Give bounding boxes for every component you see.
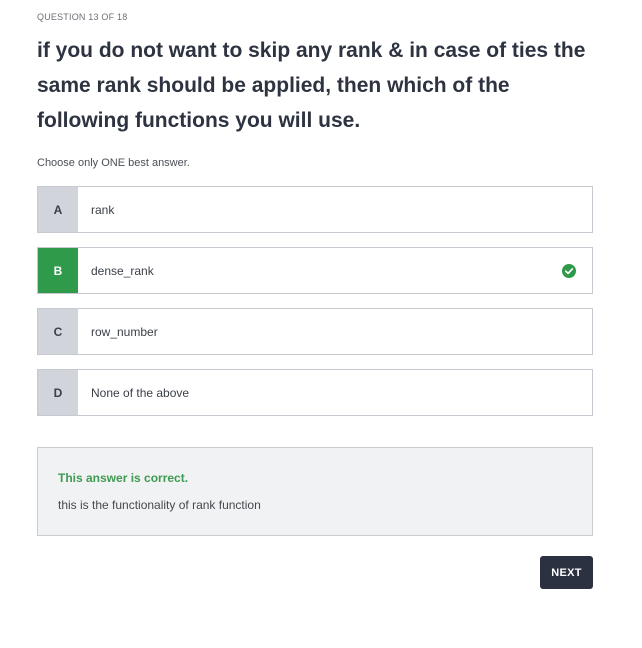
answer-options: A rank B dense_rank C row_number D None … [37,186,593,430]
question-text: if you do not want to skip any rank & in… [37,39,586,132]
option-label: rank [91,202,115,217]
feedback-title: This answer is correct. [58,471,189,485]
option-letter: A [38,187,78,232]
answer-instruction: Choose only ONE best answer. [37,157,190,169]
option-letter: D [38,370,78,415]
option-a[interactable]: A rank [37,186,593,233]
option-b[interactable]: B dense_rank [37,247,593,294]
answer-feedback-panel: This answer is correct. this is the func… [37,447,593,536]
option-d[interactable]: D None of the above [37,369,593,416]
quiz-page: QUESTION 13 OF 18 if you do not want to … [0,0,642,648]
option-letter: C [38,309,78,354]
next-button[interactable]: NEXT [540,556,593,589]
option-label: row_number [91,324,158,339]
option-c[interactable]: C row_number [37,308,593,355]
question-counter: QUESTION 13 OF 18 [37,12,128,22]
option-label: dense_rank [91,263,154,278]
check-circle-icon [562,263,576,278]
feedback-explanation: this is the functionality of rank functi… [58,498,261,512]
option-letter: B [38,248,78,293]
option-label: None of the above [91,385,190,400]
